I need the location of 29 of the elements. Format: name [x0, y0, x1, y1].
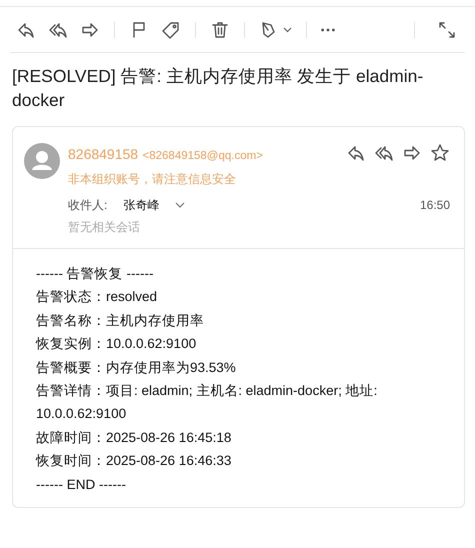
email-subject: [RESOLVED] 告警: 主机内存使用率 发生于 eladmin-docker — [12, 65, 424, 112]
body-line: 告警概要：内存使用率为93.53% — [36, 358, 237, 377]
body-line: 告警名称：主机内存使用率 — [36, 312, 205, 330]
body-line: 恢复时间：2025-08-26 16:46:33 — [36, 452, 232, 470]
recipient-label: 收件人: — [68, 197, 108, 214]
message-time: 16:50 — [420, 197, 450, 214]
body-line: 告警详情：项目: eladmin; 主机名: eladmin-docker; 地址: 10.0.0.62:9100 — [36, 382, 378, 424]
conversation-note: 暂无相关会话 — [68, 219, 141, 236]
body-line: 告警状态：resolved — [36, 288, 158, 306]
tag-icon — [161, 20, 181, 40]
delete-button[interactable] — [210, 20, 230, 40]
expand-icon — [437, 20, 457, 40]
body-line: ------ 告警恢复 ------ — [36, 265, 154, 283]
security-warning: 非本组织账号，请注意信息安全 — [68, 171, 237, 188]
body-line: ------ END ------ — [36, 476, 127, 494]
sender-address: <826849158@qq.com> — [142, 150, 263, 162]
recipient-name[interactable]: 张奇峰 — [123, 196, 160, 214]
tag-button[interactable] — [161, 20, 181, 40]
body-line: 恢复实例：10.0.0.62:9100 — [36, 335, 198, 354]
expand-button[interactable] — [437, 20, 457, 40]
more-button[interactable] — [321, 28, 335, 32]
chevron-down-icon[interactable] — [175, 202, 186, 208]
avatar-icon — [24, 143, 60, 179]
star-button[interactable] — [430, 143, 450, 163]
delete-icon — [210, 20, 230, 40]
star-icon — [430, 143, 450, 163]
body-line: 故障时间：2025-08-26 16:45:18 — [36, 428, 232, 447]
more-icon — [321, 28, 335, 32]
caret-icon — [283, 26, 292, 32]
